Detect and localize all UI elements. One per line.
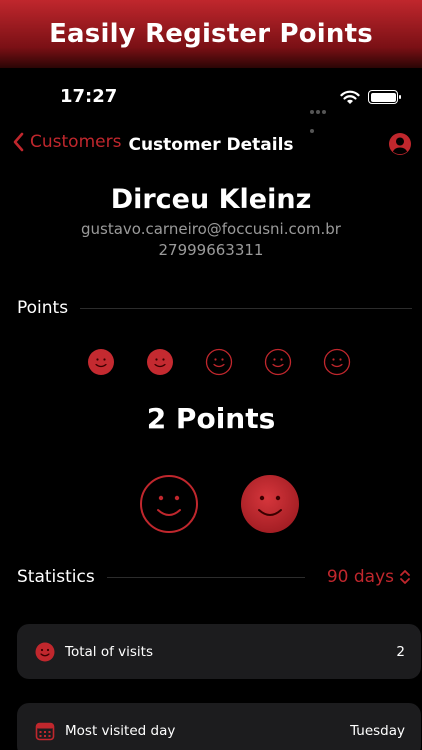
profile-icon[interactable]: [388, 132, 412, 156]
page-title: Customer Details: [128, 135, 294, 155]
stat-label: Most visited day: [65, 722, 176, 739]
chevron-up-down-icon: [400, 570, 410, 584]
customer-name: Dirceu Kleinz: [110, 184, 312, 215]
point-actions: [0, 474, 422, 534]
status-bar: 17:27: [0, 86, 422, 133]
section-divider: [80, 307, 412, 309]
point-filled-icon: [147, 349, 173, 375]
banner-title: Easily Register Points: [49, 19, 373, 49]
point-empty-icon: [205, 348, 233, 376]
stat-card-most-visited-day: Most visited day Tuesday: [17, 703, 421, 750]
points-indicator: [0, 348, 422, 376]
navigation-bar: Customers Customer Details: [0, 132, 422, 160]
signal-icon: [310, 99, 332, 133]
stat-card-total-visits: Total of visits 2: [17, 624, 421, 679]
promo-banner: Easily Register Points: [0, 0, 422, 68]
section-divider: [106, 576, 305, 578]
customer-phone: 27999663311: [158, 241, 264, 259]
calendar-icon: [35, 722, 55, 740]
remove-point-button[interactable]: [139, 474, 199, 534]
stat-value: Tuesday: [350, 722, 405, 739]
points-count: 2 Points: [146, 402, 276, 435]
point-empty-icon: [264, 348, 292, 376]
points-section-label: Points: [17, 298, 69, 318]
point-empty-icon: [323, 348, 351, 376]
battery-icon: [368, 90, 401, 104]
wifi-icon: [340, 90, 360, 104]
point-filled-icon: [88, 349, 114, 375]
statistics-section-header: Statistics 90 days: [17, 565, 412, 589]
statistics-section-label: Statistics: [17, 567, 95, 587]
points-section-header: Points: [17, 296, 412, 320]
range-selector[interactable]: 90 days: [327, 567, 412, 587]
stat-value: 2: [396, 643, 405, 660]
stat-label: Total of visits: [65, 643, 153, 660]
smiley-icon: [35, 642, 55, 661]
add-point-button[interactable]: [240, 474, 300, 534]
customer-email: gustavo.carneiro@foccusni.com.br: [81, 220, 341, 238]
status-time: 17:27: [60, 86, 118, 107]
range-label: 90 days: [326, 567, 394, 587]
